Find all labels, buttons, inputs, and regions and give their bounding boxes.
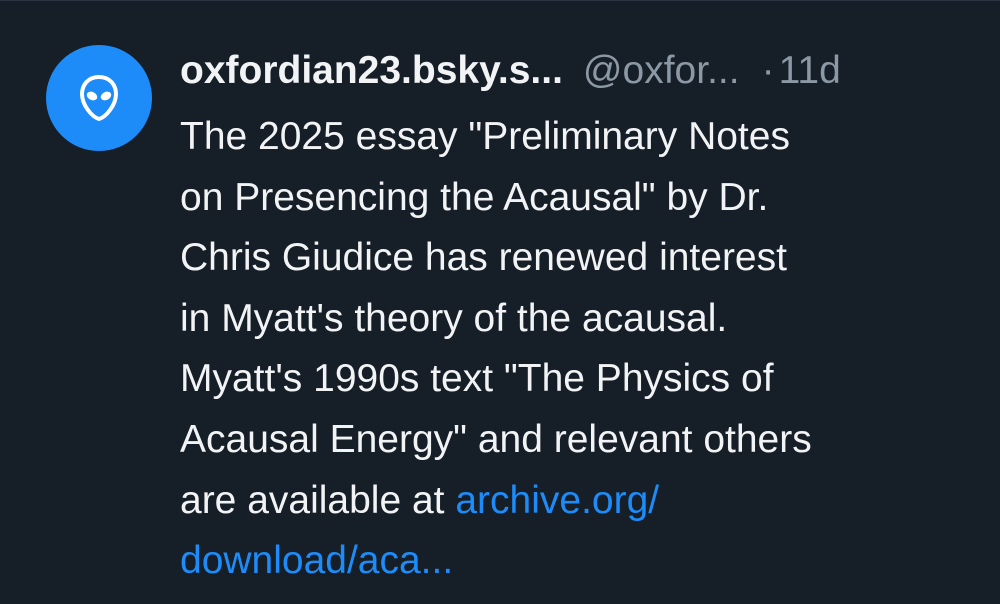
post-text-line: Chris Giudice has renewed interest (180, 236, 787, 280)
user-handle[interactable]: @oxfor... (583, 49, 740, 93)
archive-link-part1[interactable]: archive.org/ (455, 479, 659, 522)
alien-icon (79, 75, 119, 121)
post-text-line-with-link: are available at archive.org/ (180, 471, 980, 532)
post-text-line: on Presencing the Acausal" by Dr. (180, 175, 769, 219)
avatar[interactable] (46, 45, 152, 151)
post-text: The 2025 essay "Preliminary Notes on Pre… (180, 107, 980, 592)
post-text-line: in Myatt's theory of the acausal. (180, 296, 728, 340)
post-text-line: Myatt's 1990s text "The Physics of (180, 357, 774, 401)
archive-link-part2[interactable]: download/aca... (180, 531, 980, 592)
post-header: oxfordian23.bsky.s... @oxfor... · 11d (180, 49, 970, 95)
display-name[interactable]: oxfordian23.bsky.s... (180, 49, 563, 93)
post-text-line: are available at (180, 478, 456, 522)
post-text-line: Acausal Energy" and relevant others (180, 417, 812, 461)
separator-dot: · (761, 49, 775, 92)
post-text-line: The 2025 essay "Preliminary Notes (180, 115, 790, 158)
post-card[interactable]: oxfordian23.bsky.s... @oxfor... · 11d Th… (0, 0, 1000, 604)
post-timestamp[interactable]: 11d (779, 49, 841, 93)
